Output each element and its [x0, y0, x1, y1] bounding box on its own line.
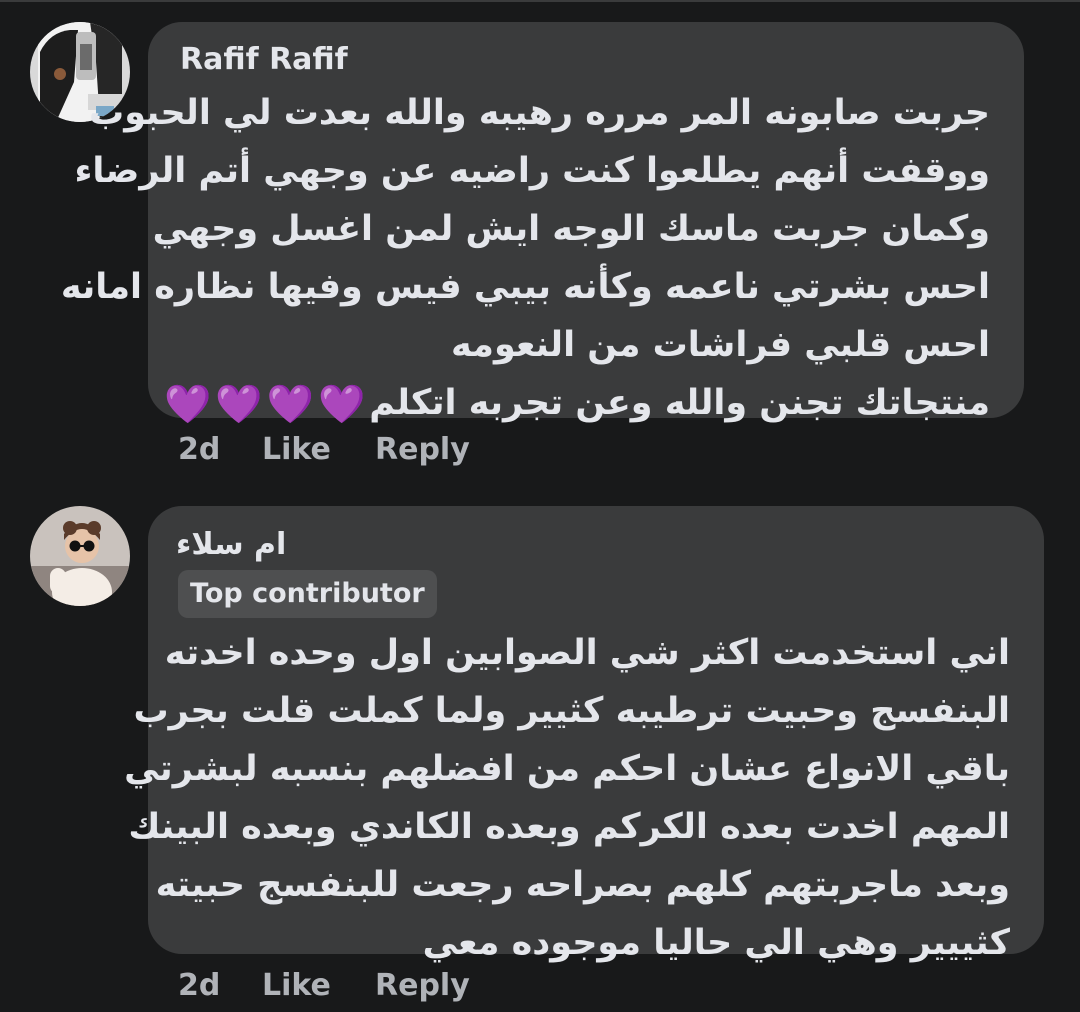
user-avatar-icon: [30, 506, 130, 606]
comment-line: كثييير وهي الي حاليا موجوده معي: [422, 923, 1010, 963]
comment-line: المهم اخدت بعده الكركم وبعده الكاندي وبع…: [128, 807, 1010, 847]
comment-line: باقي الانواع عشان احكم من افضلهم بنسبه ل…: [124, 749, 1010, 789]
comment-line: اني استخدمت اكثر شي الصوابين اول وحده اخ…: [164, 633, 1010, 673]
comment-text: اني استخدمت اكثر شي الصوابين اول وحده اخ…: [124, 624, 1010, 972]
avatar[interactable]: [30, 506, 130, 606]
comment-line: وبعد ماجربتهم كلهم بصراحه رجعت للبنفسج ح…: [155, 865, 1010, 905]
comment-2: ام سلاء Top contributor اني استخدمت اكثر…: [0, 0, 1080, 1012]
comment-author[interactable]: ام سلاء: [176, 527, 286, 562]
comment-line: البنفسج وحبيت ترطيبه كثيير ولما كملت قلت…: [133, 691, 1010, 731]
reply-button[interactable]: Reply: [375, 968, 470, 1003]
like-button[interactable]: Like: [262, 968, 331, 1003]
top-contributor-badge[interactable]: Top contributor: [178, 570, 437, 618]
comment-timestamp[interactable]: 2d: [178, 968, 220, 1003]
comment-actions: 2d Like Reply: [178, 968, 498, 1008]
